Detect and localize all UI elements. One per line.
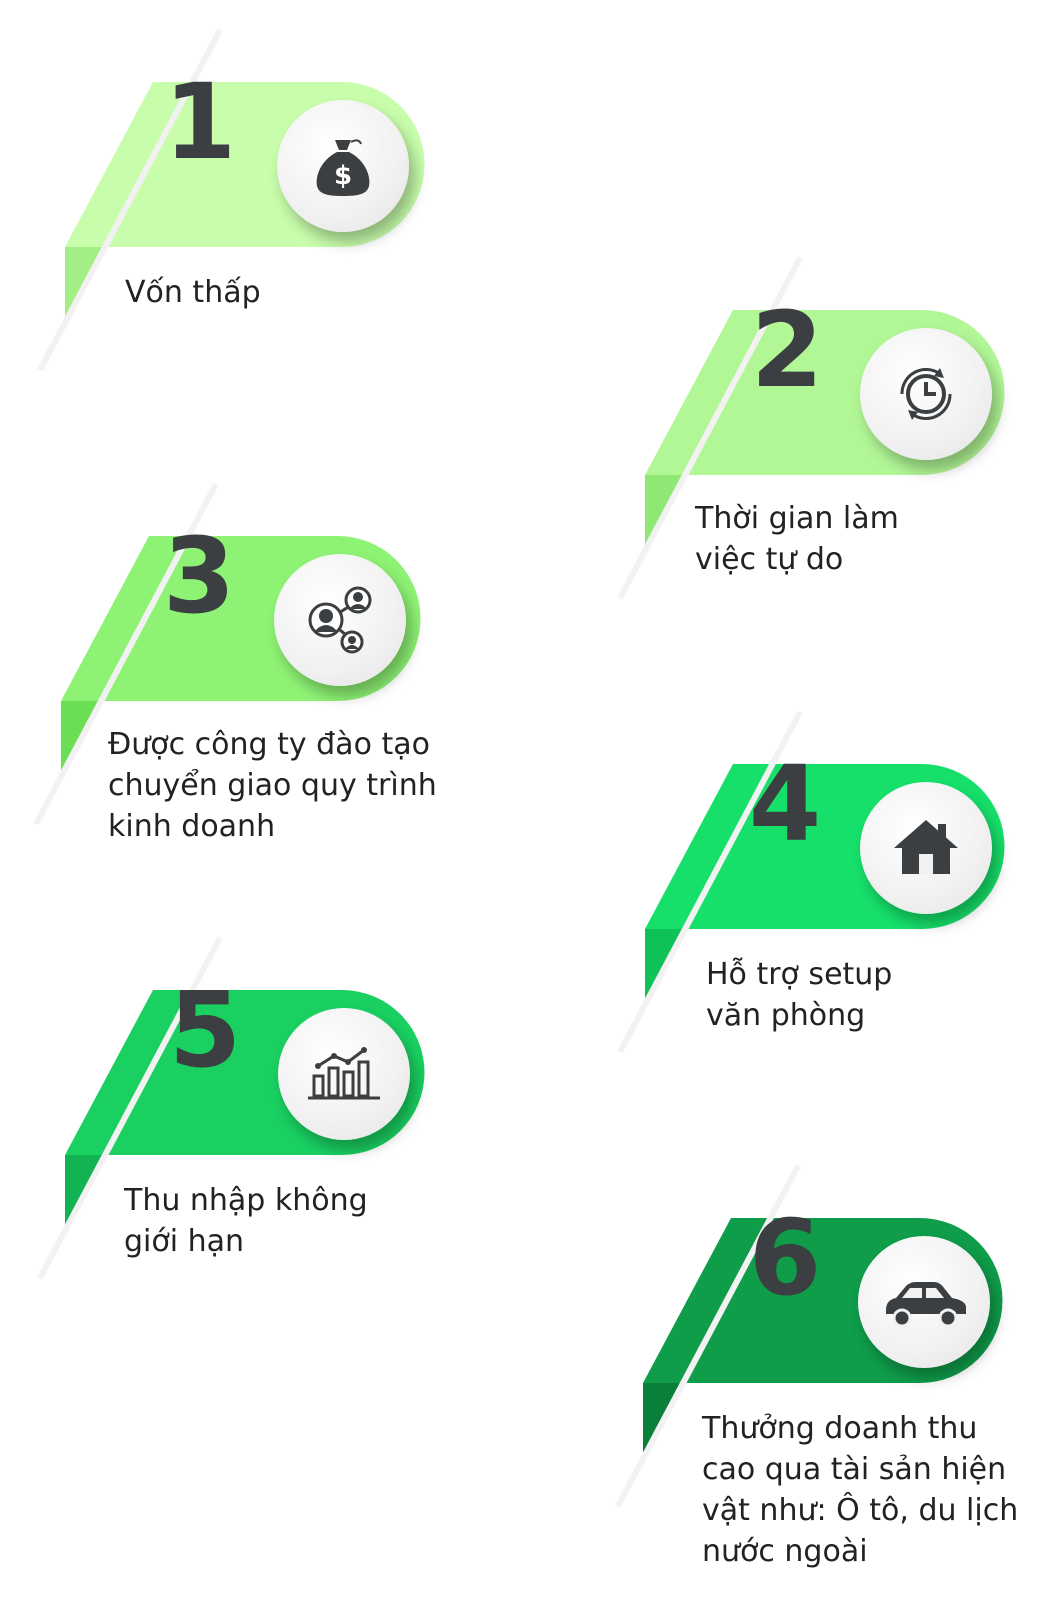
step-6: 6 Thưởng doanh thu cao qua tài sản hiện …	[615, 1164, 1052, 1569]
clock-refresh-icon	[900, 367, 952, 421]
step-3-text-line: chuyển giao quy trình	[108, 768, 437, 803]
step-4-text-line: văn phòng	[706, 998, 866, 1033]
step-5: 5 Thu nhập không giới hạn	[37, 936, 480, 1280]
step-4: 4 Hỗ trợ setup văn phòng	[617, 710, 1052, 1054]
step-1-text: Vốn thấp	[125, 275, 261, 310]
step-6-text-line: nước ngoài	[702, 1534, 868, 1569]
step-5-text-line: giới hạn	[124, 1224, 245, 1259]
bar-chart-icon	[308, 1047, 380, 1100]
step-4-text: Hỗ trợ setup văn phòng	[706, 954, 892, 1036]
step-6-text-line: cao qua tài sản hiện	[702, 1452, 1007, 1487]
house-icon	[894, 820, 958, 874]
svg-text:$: $	[334, 161, 352, 191]
step-3: 3 Được công ty đào tạo chuyển giao quy t…	[33, 482, 476, 844]
step-2-text-line: Thời gian làm	[695, 501, 899, 536]
step-1-icon-circle: $	[277, 100, 409, 232]
step-6-icon-circle	[858, 1236, 990, 1368]
step-6-text-line: vật như: Ô tô, du lịch	[702, 1493, 1019, 1528]
money-bag-icon: $	[316, 139, 370, 196]
step-6-number: 6	[748, 1197, 822, 1319]
step-1-number: 1	[163, 61, 237, 183]
step-4-text-line: Hỗ trợ setup	[706, 957, 893, 992]
network-people-icon	[308, 586, 372, 654]
step-1: 1 $ Vốn thấp	[37, 28, 480, 372]
step-5-text-line: Thu nhập không	[124, 1183, 368, 1218]
step-4-number: 4	[748, 743, 822, 865]
step-2: 2 Thời gian làm việc tự do	[617, 256, 1052, 600]
step-3-number: 3	[162, 515, 236, 637]
step-3-text: Được công ty đào tạo chuyển giao quy trì…	[108, 724, 437, 847]
step-2-number: 2	[750, 289, 824, 411]
car-icon	[886, 1282, 966, 1328]
step-5-number: 5	[168, 969, 242, 1091]
step-5-text: Thu nhập không giới hạn	[124, 1180, 368, 1262]
step-4-icon-circle	[860, 782, 992, 914]
step-3-text-line: kinh doanh	[108, 809, 276, 844]
step-6-text: Thưởng doanh thu cao qua tài sản hiện vậ…	[702, 1408, 1018, 1572]
step-5-icon-circle	[278, 1008, 410, 1140]
step-2-text-line: việc tự do	[695, 542, 844, 577]
step-6-text-line: Thưởng doanh thu	[702, 1411, 978, 1446]
step-3-text-line: Được công ty đào tạo	[108, 727, 430, 762]
step-3-icon-circle	[274, 554, 406, 686]
step-2-text: Thời gian làm việc tự do	[695, 498, 899, 580]
step-2-icon-circle	[860, 328, 992, 460]
